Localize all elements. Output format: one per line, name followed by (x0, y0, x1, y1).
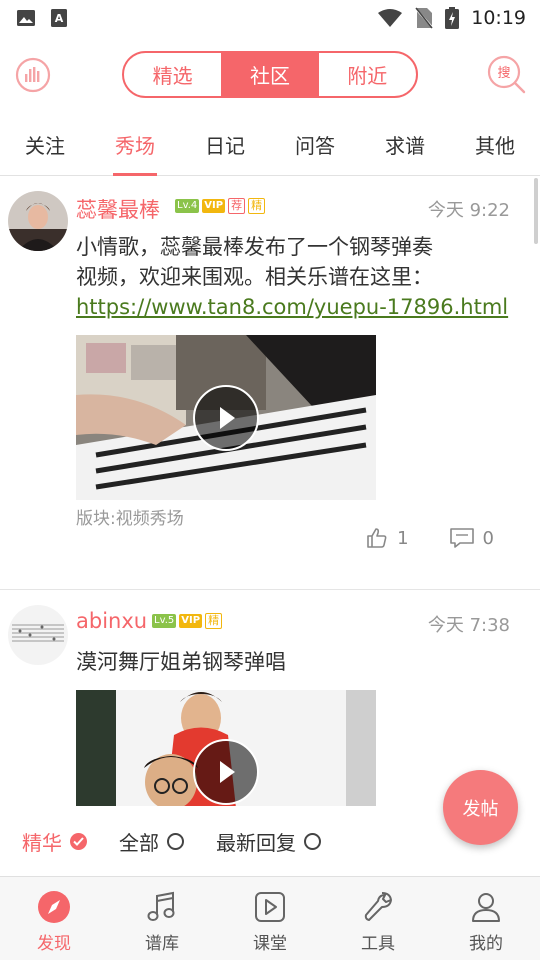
play-icon (220, 406, 235, 429)
nav-label: 谱库 (145, 934, 179, 954)
nav-tools[interactable]: 工具 (324, 877, 432, 960)
vip-badge: VIP (202, 199, 226, 213)
bottom-navigation: 发现 谱库 课堂 工具 我的 (0, 876, 540, 960)
tab-diary[interactable]: 日记 (180, 114, 270, 175)
post-actions: 1 0 (365, 526, 494, 550)
post-username[interactable]: 蕊馨最棒 (76, 194, 160, 224)
gallery-icon (17, 10, 35, 26)
battery-charging-icon (445, 7, 460, 29)
recommend-badge: 荐 (228, 198, 246, 214)
tab-score-request[interactable]: 求谱 (360, 114, 450, 175)
nav-classroom[interactable]: 课堂 (216, 877, 324, 960)
status-bar: A 10:19 (0, 0, 540, 36)
app-screen: A 10:19 精选 社区 附近 搜 关注 秀场 日记 问答 求谱 其他 蕊馨最… (0, 0, 540, 960)
video-thumbnail[interactable] (76, 335, 376, 500)
like-button[interactable]: 1 (365, 526, 409, 550)
post-section-label[interactable]: 版块:视频秀场 (76, 504, 184, 529)
audio-bars-icon (15, 57, 51, 93)
top-bar: 精选 社区 附近 搜 (0, 36, 540, 114)
filter-featured[interactable]: 精华 (22, 827, 87, 856)
nav-label: 我的 (469, 934, 503, 954)
featured-badge: 精 (205, 613, 223, 629)
feed-segment-control: 精选 社区 附近 (122, 51, 418, 98)
post-username[interactable]: abinxu (76, 609, 147, 633)
avatar[interactable] (8, 605, 68, 665)
post-time: 今天 7:38 (427, 615, 510, 636)
play-button[interactable] (193, 384, 259, 451)
post-card[interactable]: 蕊馨最棒 Lv.4 VIP 荐 精 今天 9:22 小情歌，蕊馨最棒发布了一个钢… (0, 176, 540, 590)
play-button[interactable] (193, 739, 259, 805)
post-body[interactable]: 小情歌，蕊馨最棒发布了一个钢琴弹奏 视频，欢迎来围观。相关乐谱在这里： http… (76, 232, 516, 322)
level-badge: Lv.4 (175, 199, 200, 213)
filter-all[interactable]: 全部 (119, 827, 184, 856)
radio-icon (167, 832, 184, 850)
post-time: 今天 9:22 (427, 200, 510, 221)
user-badges: Lv.5 VIP 精 (152, 613, 223, 629)
comment-button[interactable]: 0 (449, 526, 494, 550)
nav-discover[interactable]: 发现 (0, 877, 108, 960)
play-icon (220, 761, 235, 783)
post-feed[interactable]: 蕊馨最棒 Lv.4 VIP 荐 精 今天 9:22 小情歌，蕊馨最棒发布了一个钢… (0, 176, 540, 876)
tab-qa[interactable]: 问答 (270, 114, 360, 175)
no-sim-icon (415, 7, 433, 29)
new-post-button[interactable]: 发帖 (443, 770, 518, 845)
comment-icon (449, 528, 474, 548)
avatar[interactable] (8, 191, 68, 251)
filter-label: 最新回复 (216, 830, 296, 855)
nav-label: 课堂 (253, 934, 287, 954)
vip-badge: VIP (179, 614, 203, 628)
filter-latest-reply[interactable]: 最新回复 (216, 827, 321, 856)
svg-text:A: A (55, 12, 64, 25)
tab-other[interactable]: 其他 (450, 114, 540, 175)
post-text-line: 视频，欢迎来围观。相关乐谱在这里： (76, 265, 433, 289)
thumbs-up-icon (367, 528, 387, 548)
a-app-icon: A (51, 9, 67, 27)
category-tabs: 关注 秀场 日记 问答 求谱 其他 (0, 114, 540, 176)
video-play-icon (255, 892, 285, 922)
score-link[interactable]: https://www.tan8.com/yuepu-17896.html (76, 292, 516, 322)
like-count: 1 (397, 527, 409, 549)
person-icon (472, 893, 500, 922)
nav-sheet-library[interactable]: 谱库 (108, 877, 216, 960)
user-badges: Lv.4 VIP 荐 精 (175, 198, 266, 214)
compass-icon (38, 891, 70, 923)
filter-label: 精华 (22, 830, 62, 855)
segment-selected[interactable]: 精选 (124, 53, 221, 96)
clock: 10:19 (471, 7, 526, 29)
svg-text:搜: 搜 (497, 66, 510, 81)
comment-count: 0 (482, 527, 494, 549)
radio-icon (304, 832, 321, 850)
audio-stats-button[interactable] (14, 56, 54, 96)
tab-showcase[interactable]: 秀场 (90, 114, 180, 176)
post-text-line: 小情歌，蕊馨最棒发布了一个钢琴弹奏 (76, 235, 433, 259)
featured-badge: 精 (248, 198, 266, 214)
segment-community[interactable]: 社区 (221, 53, 319, 96)
filter-label: 全部 (119, 830, 159, 855)
nav-profile[interactable]: 我的 (432, 877, 540, 960)
search-button[interactable]: 搜 (486, 54, 526, 94)
wifi-icon (378, 9, 403, 27)
checked-radio-icon (70, 832, 87, 850)
level-badge: Lv.5 (152, 614, 177, 628)
segment-nearby[interactable]: 附近 (319, 53, 416, 96)
tab-follow[interactable]: 关注 (0, 114, 90, 175)
nav-label: 工具 (361, 934, 395, 954)
nav-label: 发现 (37, 934, 71, 954)
post-body[interactable]: 漠河舞厅姐弟钢琴弹唱 (76, 647, 516, 677)
music-note-icon (147, 891, 175, 921)
search-icon: 搜 (487, 55, 526, 94)
wrench-icon (364, 892, 392, 921)
video-thumbnail[interactable] (76, 690, 376, 808)
